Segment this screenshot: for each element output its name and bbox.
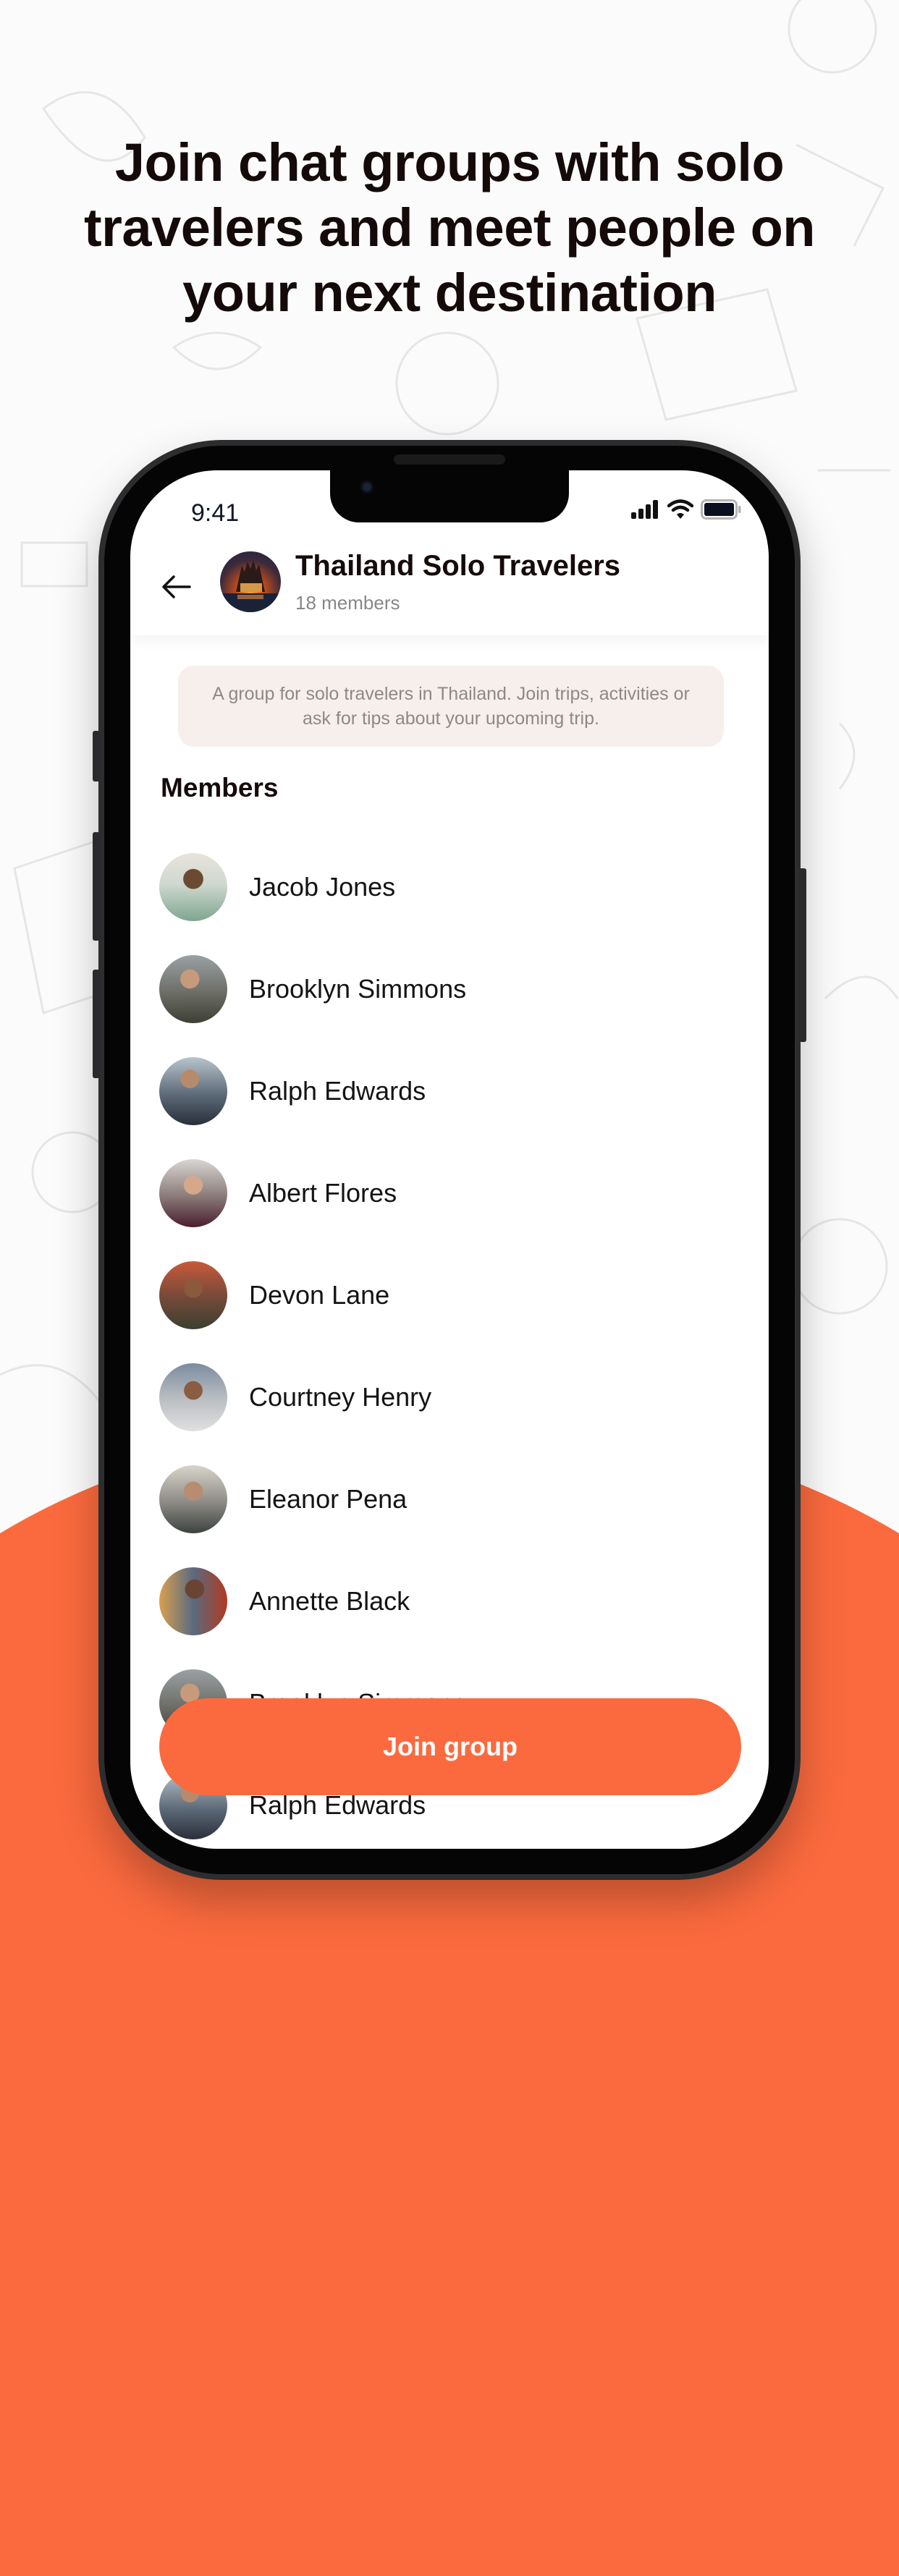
member-avatar <box>159 1567 227 1635</box>
signal-icon <box>631 500 658 519</box>
phone-mute-switch <box>93 731 100 781</box>
phone-power-button <box>799 868 806 1042</box>
phone-volume-up <box>93 832 100 941</box>
headline-line: travelers and meet people on <box>83 198 816 258</box>
member-row[interactable]: Ralph Edwards <box>159 1040 738 1142</box>
arrow-left-icon[interactable] <box>158 569 194 605</box>
join-group-button[interactable]: Join group <box>159 1698 741 1795</box>
member-avatar <box>159 1056 227 1125</box>
member-row[interactable]: Eleanor Pena <box>159 1448 738 1550</box>
member-avatar <box>159 1363 227 1431</box>
status-time: 9:41 <box>191 499 240 527</box>
group-description-text: A group for solo travelers in Thailand. … <box>212 684 690 729</box>
status-icons <box>631 499 741 520</box>
group-description: A group for solo travelers in Thailand. … <box>178 666 724 747</box>
phone-volume-down <box>93 970 100 1078</box>
member-name: Brooklyn Simmons <box>249 973 467 1004</box>
camera-icon <box>360 480 373 493</box>
phone-notch <box>330 470 569 522</box>
member-list: Jacob Jones Brooklyn Simmons Ralph Edwar… <box>159 836 738 1849</box>
promo-headline: Join chat groups with solo travelers and… <box>0 130 899 326</box>
wifi-icon <box>667 499 693 519</box>
member-avatar <box>159 954 227 1023</box>
member-avatar <box>159 1465 227 1533</box>
member-row[interactable]: Annette Black <box>159 1550 738 1652</box>
app-screen: 9:41 Thailand Solo Travelers 18 members … <box>130 470 769 1849</box>
member-row[interactable]: Albert Flores <box>159 1142 738 1244</box>
headline-line: your next destination <box>182 263 717 323</box>
member-name: Jacob Jones <box>249 871 396 902</box>
member-name: Albert Flores <box>249 1177 397 1208</box>
member-name: Ralph Edwards <box>249 1075 426 1106</box>
headline-line: Join chat groups with solo <box>114 132 785 192</box>
temple-image <box>220 560 281 612</box>
member-name: Devon Lane <box>249 1279 390 1310</box>
member-name: Annette Black <box>249 1585 410 1616</box>
member-avatar <box>159 852 227 921</box>
members-heading: Members <box>161 773 279 802</box>
member-name: Eleanor Pena <box>249 1483 408 1514</box>
member-row[interactable]: Jacob Jones <box>159 836 738 938</box>
group-title: Thailand Solo Travelers <box>295 550 621 582</box>
member-row[interactable]: Devon Lane <box>159 1244 738 1346</box>
member-row[interactable]: Courtney Henry <box>159 1346 738 1448</box>
phone-speaker <box>394 454 505 465</box>
member-avatar <box>159 1158 227 1227</box>
group-avatar[interactable] <box>220 551 281 612</box>
member-row[interactable]: Brooklyn Simmons <box>159 938 738 1040</box>
member-name: Courtney Henry <box>249 1381 432 1412</box>
member-avatar <box>159 1261 227 1329</box>
battery-icon <box>701 499 741 520</box>
member-count: 18 members <box>295 592 400 614</box>
